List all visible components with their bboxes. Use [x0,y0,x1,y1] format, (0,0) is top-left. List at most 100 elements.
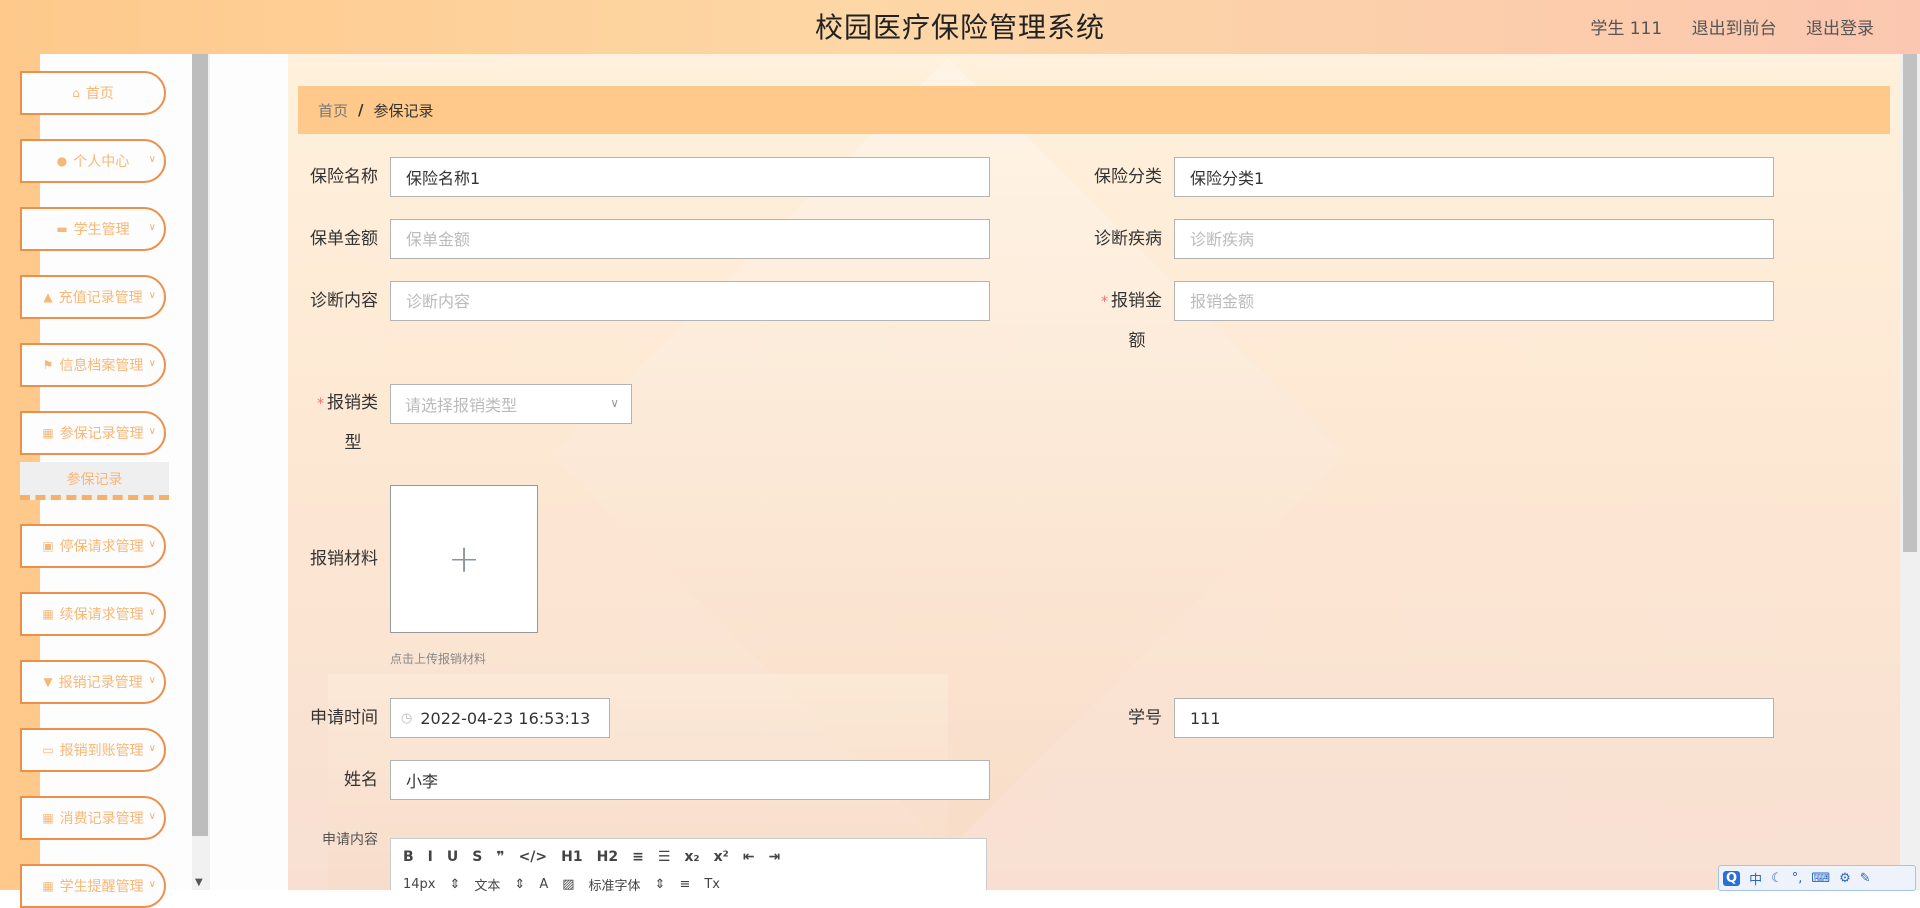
insurance-category-input[interactable] [1174,157,1774,197]
scroll-down-arrow-icon[interactable]: ▼ [195,877,203,888]
font-family-select[interactable]: 标准字体 [589,875,641,894]
reimburse-type-select[interactable]: 请选择报销类型 ∨ [390,384,632,424]
italic-button[interactable]: I [428,849,433,865]
diagnosis-content-label: 诊断内容 [310,291,378,311]
breadcrumb: 首页 / 参保记录 [298,86,1890,134]
sidebar-item-label: 报销到账管理 [59,743,144,759]
sidebar-item-suspend-requests[interactable]: ▣ 停保请求管理 ∨ [20,524,166,568]
chevron-down-icon: ∨ [148,290,156,301]
sidebar-item-label: 学生提醒管理 [59,879,144,895]
sidebar-item-label: 停保请求管理 [59,539,144,555]
sidebar-item-insurance-records[interactable]: ▦ 参保记录管理 ∨ [20,411,166,455]
grid-icon: ▦ [42,879,54,893]
tools-icon[interactable]: ✎ [1860,871,1871,886]
apply-time-picker[interactable]: ◷ 2022-04-23 16:53:13 [390,698,610,738]
bold-button[interactable]: B [403,849,414,865]
student-no-label: 学号 [1128,708,1162,728]
sidebar-item-recharge[interactable]: ▲ 充值记录管理 ∨ [20,275,166,319]
user-icon: ● [56,154,68,168]
upload-hint: 点击上传报销材料 [390,652,487,666]
strike-button[interactable]: S [472,849,482,865]
briefcase-icon: ▬ [56,222,68,236]
punctuation-icon[interactable]: °, [1792,871,1803,886]
h2-button[interactable]: H2 [597,849,618,865]
sidebar-item-consumption[interactable]: ▦ 消费记录管理 ∨ [20,796,166,840]
apply-time-value: 2022-04-23 16:53:13 [420,708,591,728]
sidebar-item-label: 个人中心 [73,154,130,170]
chevron-down-icon: ∨ [610,396,619,410]
sidebar-item-archive[interactable]: ⚑ 信息档案管理 ∨ [20,343,166,387]
reimburse-type-label-line1: 报销类 [327,393,378,413]
grid-icon: ▦ [42,426,54,440]
sidebar-scrollbar-thumb[interactable] [192,54,208,836]
sidebar-subitem-insurance-record[interactable]: 参保记录 [20,462,169,500]
insurance-name-input[interactable] [390,157,990,197]
sidebar-item-home[interactable]: ⌂ 首页 [20,71,166,115]
sidebar-item-profile[interactable]: ● 个人中心 ∨ [20,139,166,183]
policy-amount-label: 保单金额 [310,229,378,249]
sidebar-item-label: 充值记录管理 [58,290,143,306]
name-input[interactable] [390,760,990,800]
required-asterisk: * [1101,294,1108,310]
sidebar-item-students[interactable]: ▬ 学生管理 ∨ [20,207,166,251]
sidebar-item-label: 续保请求管理 [59,607,144,623]
code-button[interactable]: </> [519,849,548,865]
ime-toolbar: Q 中 ☾ °, ⌨ ⚙ ✎ [1718,865,1916,891]
toolbar-row-font: 14px ⇕ 文本 ⇕ A ▨ 标准字体 ⇕ ≡ Tx [403,875,734,894]
grid-icon: ▦ [42,811,54,825]
chevron-down-icon: ∨ [148,222,156,233]
sidebar-item-label: 参保记录管理 [59,426,144,442]
diagnosis-disease-input[interactable] [1174,219,1774,259]
breadcrumb-separator: / [358,101,364,119]
header-links: 学生 111 退出到前台 退出登录 [1566,14,1874,39]
to-front-link[interactable]: 退出到前台 [1692,19,1777,39]
sidebar-item-reminders[interactable]: ▦ 学生提醒管理 ∨ [20,864,166,908]
reimburse-material-label: 报销材料 [310,549,378,569]
blockquote-button[interactable]: ❞ [496,849,504,865]
settings-icon[interactable]: ⚙ [1839,871,1851,886]
ordered-list-button[interactable]: ≡ [632,849,644,865]
page-scrollbar[interactable] [1900,54,1920,890]
apply-content-label: 申请内容 [322,832,378,848]
text-type-select[interactable]: 文本 [474,875,500,894]
sidebar-item-reimburse-records[interactable]: ▼ 报销记录管理 ∨ [20,660,166,704]
sidebar-item-label: 学生管理 [73,222,130,238]
chevron-down-icon: ∨ [148,811,156,822]
superscript-button[interactable]: x² [714,849,729,865]
keyboard-icon[interactable]: ⌨ [1811,871,1830,886]
logout-link[interactable]: 退出登录 [1806,19,1874,39]
reimburse-amount-label-line1: 报销金 [1111,291,1162,311]
home-icon: ⌂ [72,86,80,100]
sidebar-item-reimburse-arrival[interactable]: ▭ 报销到账管理 ∨ [20,728,166,772]
underline-button[interactable]: U [447,849,458,865]
upload-button[interactable]: + [390,485,538,633]
sidebar-item-renew-requests[interactable]: ▦ 续保请求管理 ∨ [20,592,166,636]
required-asterisk: * [317,396,324,412]
page-scrollbar-thumb[interactable] [1903,54,1917,552]
sidebar-item-label: 信息档案管理 [59,358,144,374]
toolbar-row-formatting: B I U S ❞ </> H1 H2 ≡ ☰ x₂ x² ⇤ ⇥ [403,849,794,865]
name-label: 姓名 [344,770,378,790]
chevron-down-icon: ∨ [148,539,156,550]
ime-lang-toggle[interactable]: 中 [1749,869,1762,888]
reimburse-type-placeholder: 请选择报销类型 [405,396,518,415]
moon-icon[interactable]: ☾ [1771,871,1783,886]
reimburse-type-label-line2: 型 [344,433,362,453]
ime-logo-icon[interactable]: Q [1723,870,1741,886]
sidebar-item-label: 消费记录管理 [59,811,144,827]
breadcrumb-home[interactable]: 首页 [318,100,348,121]
chevron-down-icon: ∨ [148,358,156,369]
policy-amount-input[interactable] [390,219,990,259]
student-no-input[interactable] [1174,698,1774,738]
diagnosis-disease-label: 诊断疾病 [1094,229,1162,249]
sidebar-scrollbar[interactable]: ▼ [192,54,210,890]
indent-button[interactable]: ⇥ [768,849,780,865]
outdent-button[interactable]: ⇤ [743,849,755,865]
reimburse-amount-input[interactable] [1174,281,1774,321]
diagnosis-content-input[interactable] [390,281,990,321]
h1-button[interactable]: H1 [561,849,582,865]
chevron-down-icon: ∨ [148,607,156,618]
subscript-button[interactable]: x₂ [684,849,699,865]
bullet-list-button[interactable]: ☰ [658,849,671,865]
insurance-category-label: 保险分类 [1094,167,1162,187]
